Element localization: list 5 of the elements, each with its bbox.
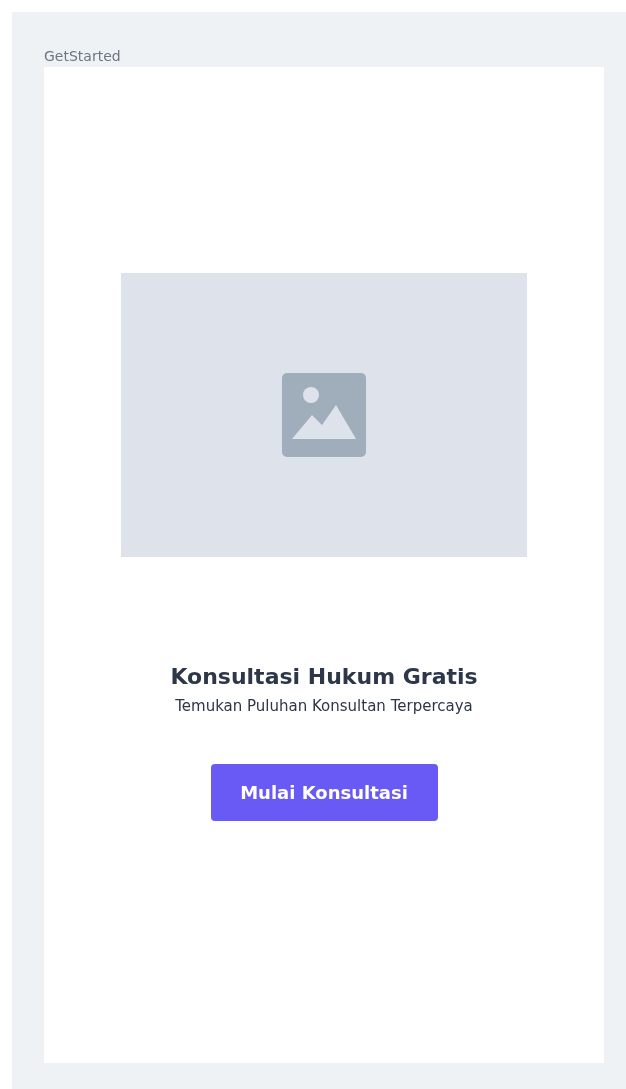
start-button[interactable]: Mulai Konsultasi [210, 764, 438, 821]
frame-label: GetStarted [44, 47, 122, 66]
title: Konsultasi Hukum Gratis [170, 663, 478, 691]
subtitle: Temukan Puluhan Konsultan Terpercaya [175, 696, 473, 717]
image-icon [282, 373, 366, 457]
